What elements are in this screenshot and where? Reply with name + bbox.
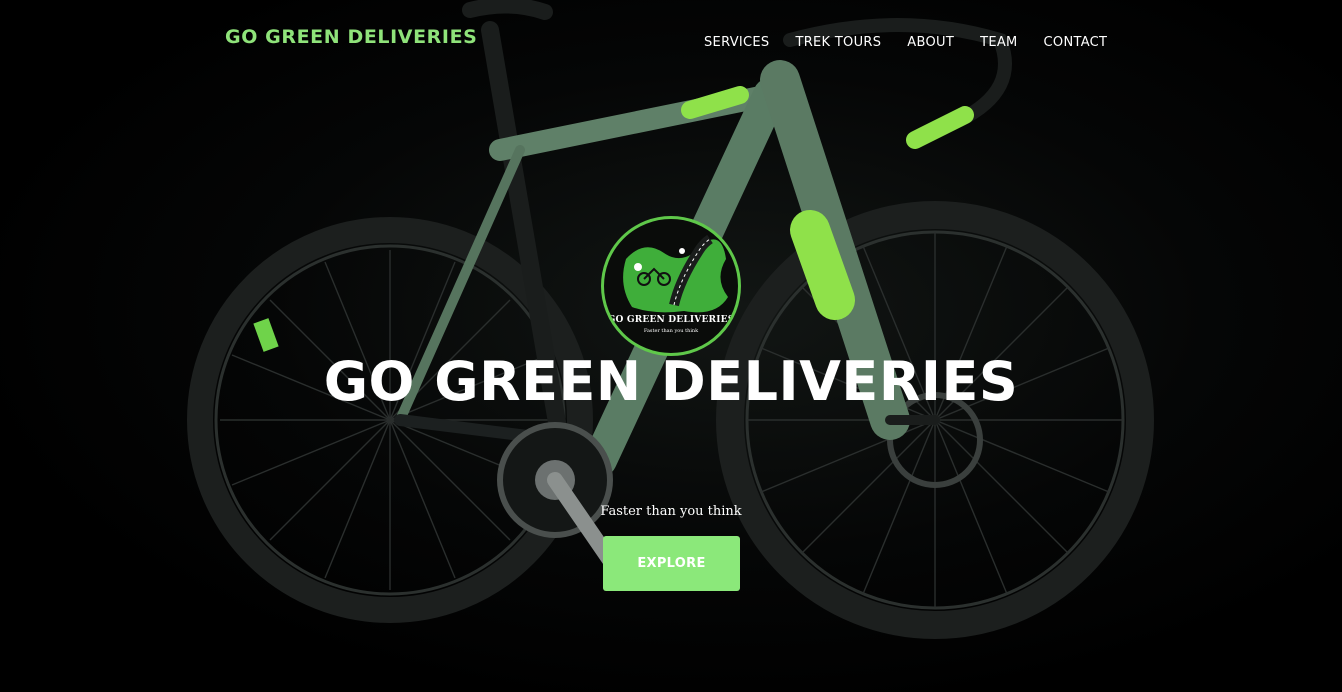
nav-link-team[interactable]: TEAM: [980, 35, 1017, 50]
logo-tagline-text: Faster than you think: [643, 328, 699, 334]
rear-wheel-icon: [187, 217, 593, 623]
hero-tagline: Faster than you think: [600, 504, 742, 519]
hero-section: GO GREEN DELIVERIES SERVICES TREK TOURS …: [0, 0, 1342, 692]
hero-title: GO GREEN DELIVERIES: [323, 350, 1019, 413]
delivery-cyclist-logo-icon: [623, 234, 728, 313]
brand-logo-link[interactable]: GO GREEN DELIVERIES: [225, 26, 477, 48]
nav-link-services[interactable]: SERVICES: [704, 35, 769, 50]
logo-name-text: GO GREEN DELIVERIES: [607, 315, 735, 325]
company-logo-badge: GO GREEN DELIVERIES Faster than you thin…: [601, 216, 741, 356]
nav-link-about[interactable]: ABOUT: [907, 35, 954, 50]
nav-link-contact[interactable]: CONTACT: [1044, 35, 1108, 50]
nav-link-trek-tours[interactable]: TREK TOURS: [795, 35, 881, 50]
main-nav: SERVICES TREK TOURS ABOUT TEAM CONTACT: [704, 35, 1107, 50]
explore-button[interactable]: EXPLORE: [603, 536, 740, 591]
